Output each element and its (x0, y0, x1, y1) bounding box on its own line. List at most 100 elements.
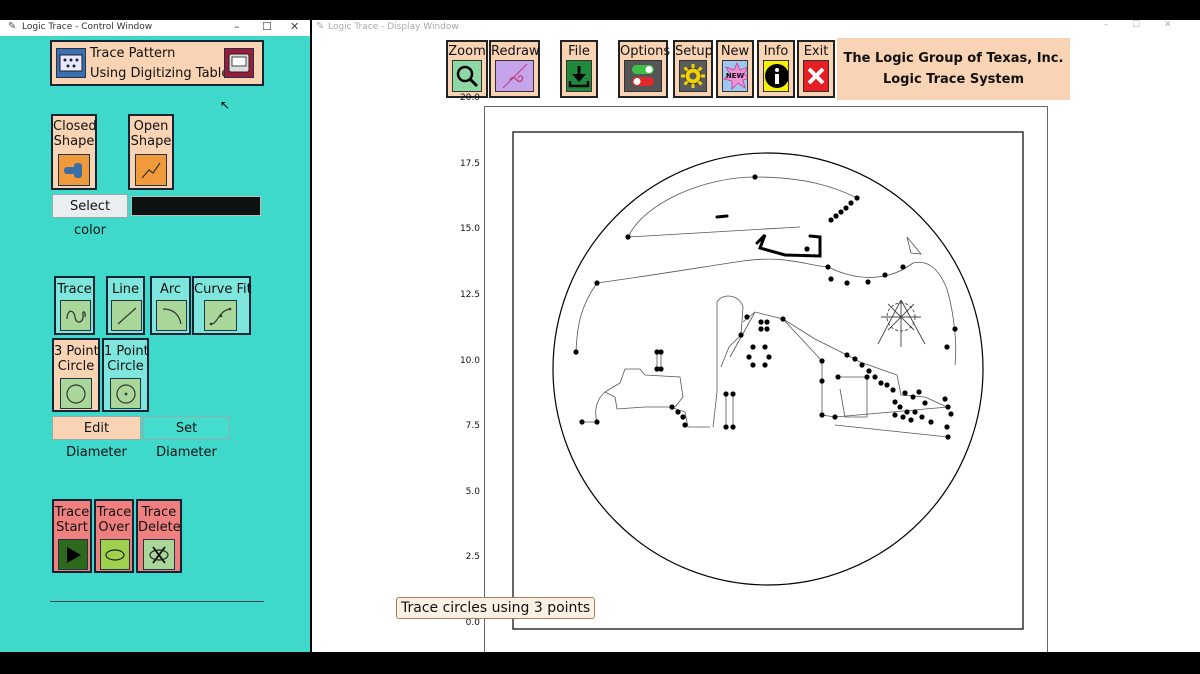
trace-pattern-tablet-button[interactable]: Trace Pattern Using Digitizing Tablet (50, 40, 264, 86)
trace-point[interactable] (912, 409, 918, 415)
trace-point[interactable] (675, 409, 681, 415)
setup-button[interactable]: Setup (673, 40, 713, 98)
redraw-button[interactable]: Redraw (489, 40, 540, 98)
trace-point[interactable] (780, 316, 786, 322)
trace-point[interactable] (682, 422, 688, 428)
trace-point[interactable] (884, 382, 890, 388)
trace-tool-button[interactable]: Trace (54, 276, 95, 335)
trace-point[interactable] (865, 279, 871, 285)
trace-point[interactable] (819, 358, 825, 364)
trace-point[interactable] (942, 396, 948, 402)
open-shape-button[interactable]: Open Shape (128, 114, 174, 190)
trace-point[interactable] (882, 272, 888, 278)
trace-point[interactable] (738, 332, 744, 338)
trace-point[interactable] (752, 174, 758, 180)
trace-point[interactable] (866, 368, 872, 374)
trace-drawing[interactable] (485, 107, 1049, 653)
trace-point[interactable] (819, 378, 825, 384)
trace-point[interactable] (746, 354, 752, 360)
close-icon[interactable]: ✕ (290, 20, 299, 33)
trace-point[interactable] (843, 205, 849, 211)
line-tool-button[interactable]: Line (106, 276, 145, 335)
trace-point[interactable] (892, 412, 898, 418)
trace-point[interactable] (872, 374, 878, 380)
trace-point[interactable] (945, 434, 951, 440)
trace-point[interactable] (922, 400, 928, 406)
trace-point[interactable] (573, 349, 579, 355)
exit-button[interactable]: Exit (797, 40, 835, 98)
maximize-icon[interactable]: ☐ (262, 20, 272, 33)
trace-point[interactable] (766, 354, 772, 360)
trace-point[interactable] (892, 399, 898, 405)
trace-point[interactable] (625, 234, 631, 240)
trace-point[interactable] (919, 414, 925, 420)
set-diameter-button[interactable]: Set Diameter (143, 416, 230, 460)
trace-point[interactable] (900, 264, 906, 270)
trace-point[interactable] (723, 391, 729, 397)
trace-point[interactable] (804, 246, 810, 252)
trace-point[interactable] (750, 362, 756, 368)
trace-point[interactable] (758, 319, 764, 325)
trace-point[interactable] (848, 200, 854, 206)
trace-point[interactable] (945, 404, 951, 410)
trace-delete-button[interactable]: Trace Delete (136, 499, 182, 573)
file-button[interactable]: File (560, 40, 598, 98)
trace-point[interactable] (723, 424, 729, 430)
trace-point[interactable] (669, 404, 675, 410)
trace-point[interactable] (852, 356, 858, 362)
trace-point[interactable] (658, 349, 664, 355)
trace-point[interactable] (594, 419, 600, 425)
trace-point[interactable] (897, 404, 903, 410)
trace-point[interactable] (928, 419, 934, 425)
edit-diameter-button[interactable]: Edit Diameter (52, 416, 141, 460)
trace-point[interactable] (825, 264, 831, 270)
trace-point[interactable] (904, 409, 910, 415)
three-point-circle-button[interactable]: 3 Point Circle (52, 338, 100, 412)
trace-point[interactable] (908, 417, 914, 423)
trace-point[interactable] (819, 412, 825, 418)
trace-point[interactable] (944, 344, 950, 350)
display-minimize-icon[interactable]: – (1104, 20, 1109, 30)
trace-point[interactable] (859, 362, 865, 368)
trace-point[interactable] (730, 391, 736, 397)
display-close-icon[interactable]: ✕ (1164, 20, 1172, 30)
trace-start-button[interactable]: Trace Start (52, 499, 92, 573)
zoom-button[interactable]: Zoom (446, 40, 488, 98)
closed-shape-button[interactable]: Closed Shape (51, 114, 97, 190)
trace-point[interactable] (579, 419, 585, 425)
trace-point[interactable] (833, 213, 839, 219)
trace-point[interactable] (762, 344, 768, 350)
trace-point[interactable] (838, 209, 844, 215)
trace-point[interactable] (910, 394, 916, 400)
trace-point[interactable] (844, 280, 850, 286)
trace-point[interactable] (864, 374, 870, 380)
trace-point[interactable] (594, 280, 600, 286)
trace-point[interactable] (854, 195, 860, 201)
trace-point[interactable] (828, 217, 834, 223)
trace-over-button[interactable]: Trace Over (94, 499, 134, 573)
selected-color-swatch[interactable] (131, 196, 261, 216)
one-point-circle-button[interactable]: 1 Point Circle (102, 338, 149, 412)
trace-point[interactable] (658, 366, 664, 372)
trace-point[interactable] (764, 326, 770, 332)
trace-point[interactable] (944, 424, 950, 430)
minimize-icon[interactable]: – (234, 20, 240, 33)
trace-point[interactable] (952, 326, 958, 332)
curve-fit-tool-button[interactable]: Curve Fit (192, 276, 252, 335)
trace-point[interactable] (680, 414, 686, 420)
trace-point[interactable] (758, 326, 764, 332)
trace-point[interactable] (764, 319, 770, 325)
trace-plot[interactable] (484, 106, 1048, 652)
trace-point[interactable] (744, 314, 750, 320)
new-button[interactable]: New NEW (716, 40, 754, 98)
trace-point[interactable] (730, 424, 736, 430)
trace-point[interactable] (878, 380, 884, 386)
trace-point[interactable] (832, 414, 838, 420)
trace-point[interactable] (828, 276, 834, 282)
trace-point[interactable] (948, 411, 954, 417)
trace-point[interactable] (900, 414, 906, 420)
trace-point[interactable] (835, 374, 841, 380)
trace-point[interactable] (902, 390, 908, 396)
trace-point[interactable] (916, 389, 922, 395)
trace-point[interactable] (762, 362, 768, 368)
